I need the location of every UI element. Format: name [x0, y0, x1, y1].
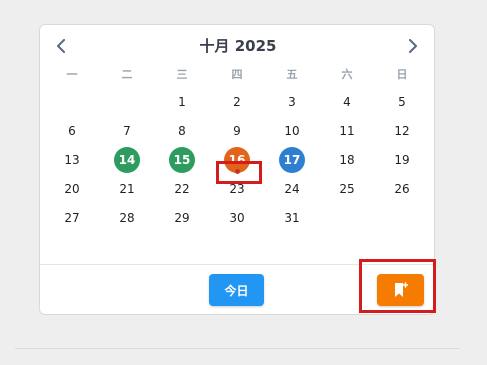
day-cell[interactable]: 17: [279, 147, 305, 173]
calendar-card: 十月 2025 今日 一二三四五六日 1 2 3 4 5 6 7 8 9 10 11 12 13 14 15 1…: [39, 24, 435, 315]
day-cell[interactable]: 29: [169, 205, 195, 231]
day-cell[interactable]: 10: [279, 118, 305, 144]
footer-divider: [40, 264, 434, 265]
chevron-right-icon[interactable]: [403, 35, 423, 57]
day-cell[interactable]: 1: [169, 89, 195, 115]
day-cell[interactable]: 5: [389, 89, 415, 115]
day-cell[interactable]: 15: [169, 147, 195, 173]
event-dot: [234, 169, 240, 174]
weekday-label: 二: [121, 68, 133, 81]
day-cell[interactable]: 31: [279, 205, 305, 231]
weekday-label: 一: [66, 68, 78, 81]
day-cell[interactable]: 18: [334, 147, 360, 173]
weekday-label: 三: [176, 68, 188, 81]
day-cell[interactable]: 30: [224, 205, 250, 231]
day-cell[interactable]: 23: [224, 176, 250, 202]
day-cell[interactable]: 11: [334, 118, 360, 144]
day-cell[interactable]: 2: [224, 89, 250, 115]
day-cell[interactable]: 22: [169, 176, 195, 202]
day-cell[interactable]: 3: [279, 89, 305, 115]
day-cell[interactable]: 28: [114, 205, 140, 231]
day-cell[interactable]: 24: [279, 176, 305, 202]
day-cell[interactable]: 26: [389, 176, 415, 202]
day-cell[interactable]: 14: [114, 147, 140, 173]
day-cell[interactable]: 19: [389, 147, 415, 173]
day-cell[interactable]: 8: [169, 118, 195, 144]
day-cell[interactable]: 16: [224, 147, 250, 174]
today-button[interactable]: 今日: [209, 274, 264, 306]
month-title: 十月 2025: [199, 37, 277, 55]
day-cell[interactable]: 21: [114, 176, 140, 202]
day-cell[interactable]: 4: [334, 89, 360, 115]
bookmark-add-icon: [394, 282, 408, 297]
day-cell[interactable]: 27: [59, 205, 85, 231]
day-cell[interactable]: 6: [59, 118, 85, 144]
weekday-label: 日: [396, 68, 408, 81]
day-cell[interactable]: 13: [59, 147, 85, 173]
day-cell[interactable]: 7: [114, 118, 140, 144]
weekday-label: 四: [231, 68, 243, 81]
page-divider: [15, 348, 460, 349]
day-cell[interactable]: 20: [59, 176, 85, 202]
weekday-label: 六: [341, 68, 353, 81]
day-cell[interactable]: 9: [224, 118, 250, 144]
bookmark-button[interactable]: [377, 274, 424, 306]
day-cell[interactable]: 25: [334, 176, 360, 202]
weekday-label: 五: [286, 68, 298, 81]
day-cell[interactable]: 12: [389, 118, 415, 144]
